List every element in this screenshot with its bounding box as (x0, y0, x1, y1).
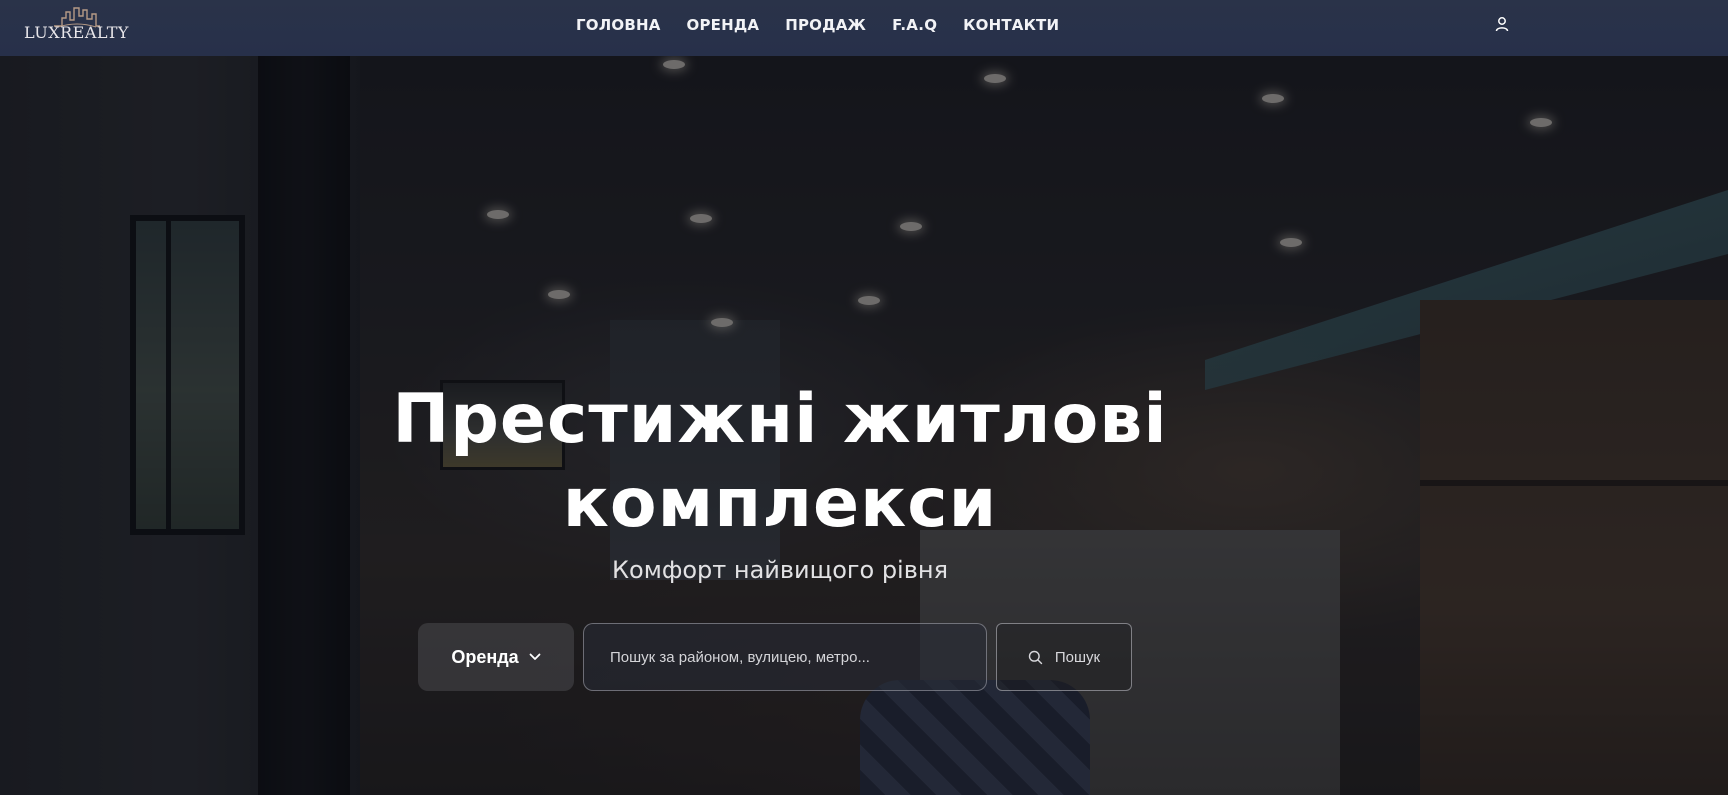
brand-name: LUXREALTY (24, 23, 129, 42)
hero-title: Престижні житлові комплекси (340, 378, 1220, 546)
brand-logo[interactable]: LUXREALTY (22, 4, 132, 50)
main-navigation: ГОЛОВНА ОРЕНДА ПРОДАЖ F.A.Q КОНТАКТИ (576, 0, 1059, 50)
nav-item-contacts[interactable]: КОНТАКТИ (963, 16, 1059, 34)
listing-type-dropdown[interactable]: Оренда (418, 623, 574, 691)
page: LUXREALTY ГОЛОВНА ОРЕНДА ПРОДАЖ F.A.Q КО… (0, 0, 1728, 795)
search-bar: Оренда Пошук (418, 623, 1132, 691)
nav-item-rent[interactable]: ОРЕНДА (687, 16, 760, 34)
search-input[interactable] (610, 648, 960, 666)
nav-item-home[interactable]: ГОЛОВНА (576, 16, 661, 34)
search-icon (1028, 650, 1043, 664)
nav-item-faq[interactable]: F.A.Q (892, 16, 937, 34)
search-button[interactable]: Пошук (996, 623, 1132, 691)
hero-title-line-1: Престижні житлові (392, 380, 1168, 459)
nav-item-sale[interactable]: ПРОДАЖ (785, 16, 866, 34)
hero-title-line-2: комплекси (562, 464, 998, 543)
hero-subtitle: Комфорт найвищого рівня (612, 556, 948, 584)
search-field (583, 623, 987, 691)
search-button-label: Пошук (1054, 648, 1101, 666)
listing-type-selected: Оренда (451, 646, 519, 667)
chevron-down-icon (529, 653, 541, 660)
user-account-button[interactable] (1492, 14, 1512, 34)
user-icon (1495, 17, 1509, 32)
top-header: LUXREALTY ГОЛОВНА ОРЕНДА ПРОДАЖ F.A.Q КО… (0, 0, 1728, 56)
